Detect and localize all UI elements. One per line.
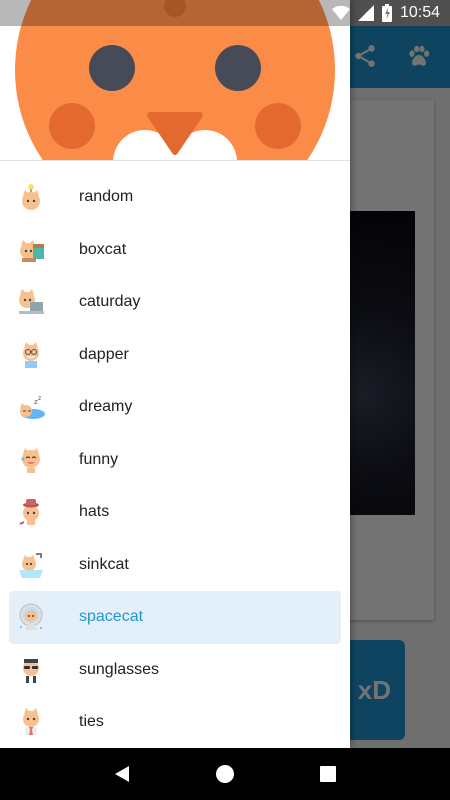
drawer-item-ties[interactable]: ties	[9, 696, 341, 748]
drawer-item-label: hats	[79, 503, 110, 521]
drawer-item-random[interactable]: random	[9, 171, 341, 224]
drawer-item-label: sinkcat	[79, 555, 129, 573]
cat-tie-icon	[16, 707, 46, 737]
recents-button[interactable]	[308, 754, 348, 794]
drawer-item-label: funny	[79, 450, 119, 468]
recents-square-icon	[320, 766, 337, 782]
cat-hat-icon	[16, 497, 46, 527]
drawer-item-dapper[interactable]: dapper	[9, 329, 341, 382]
drawer-item-boxcat[interactable]: boxcat	[9, 224, 341, 277]
wifi-icon	[331, 5, 350, 21]
cat-box-icon	[16, 235, 46, 265]
drawer-item-label: boxcat	[79, 240, 127, 258]
cat-sunglasses-icon	[16, 655, 46, 685]
drawer-item-sunglasses[interactable]: sunglasses	[9, 644, 341, 697]
svg-text:z: z	[38, 395, 41, 402]
cat-funny-icon	[16, 445, 46, 475]
home-button[interactable]	[205, 754, 245, 794]
drawer-item-label: spacecat	[79, 608, 144, 626]
drawer-item-label: ties	[79, 713, 104, 731]
cat-laptop-icon	[16, 287, 46, 317]
back-triangle-icon	[114, 766, 129, 782]
back-button[interactable]	[102, 754, 142, 794]
signal-icon	[357, 5, 374, 21]
screen: xD random	[0, 0, 450, 800]
drawer-item-caturday[interactable]: caturday	[9, 276, 341, 329]
drawer-item-label: random	[79, 188, 134, 206]
drawer-menu-list: random boxcat caturday dapper z z dreamy…	[0, 171, 350, 748]
cat-dapper-icon	[16, 340, 46, 370]
status-time: 10:54	[399, 4, 440, 21]
cat-sink-icon	[16, 550, 46, 580]
drawer-item-dreamy[interactable]: zz dreamy	[9, 381, 341, 434]
cat-astronaut-icon	[16, 602, 46, 632]
home-circle-icon	[215, 765, 234, 783]
navigation-drawer: random boxcat caturday dapper z z dreamy…	[0, 0, 350, 748]
system-navigation-bar	[0, 748, 450, 800]
drawer-item-spacecat[interactable]: spacecat	[9, 591, 341, 644]
cat-sleeping-icon: zz	[16, 392, 46, 422]
battery-charging-icon	[381, 4, 392, 22]
drawer-item-label: caturday	[79, 293, 141, 311]
status-bar: 10:54	[0, 0, 450, 26]
drawer-item-hats[interactable]: hats	[9, 486, 341, 539]
drawer-item-funny[interactable]: funny	[9, 434, 341, 487]
cat-lightbulb-icon	[16, 182, 46, 212]
drawer-item-label: dapper	[79, 345, 129, 363]
drawer-item-label: sunglasses	[79, 660, 160, 678]
drawer-item-sinkcat[interactable]: sinkcat	[9, 539, 341, 592]
drawer-item-label: dreamy	[79, 398, 133, 416]
